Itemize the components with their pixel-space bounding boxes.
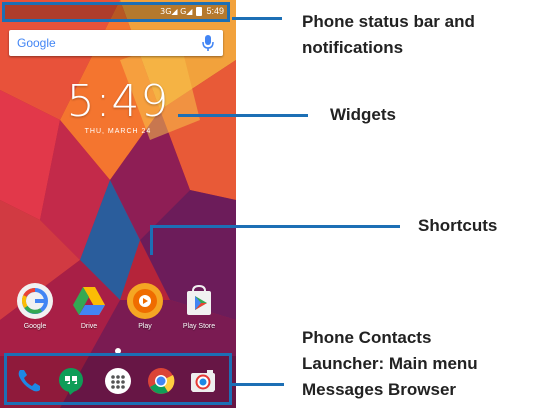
shortcuts-callout-line [150,225,400,228]
play-store-icon [181,283,217,319]
dock-callout-line-1: Phone Contacts [302,328,432,347]
dock-callout-line-3: Messages Browser [302,380,457,399]
clock-widget-date: THU, MARCH 24 [84,128,152,135]
app-label: Drive [80,323,98,330]
app-label: Play Store [182,323,216,330]
google-icon [17,283,53,319]
status-bar-highlight [2,2,230,22]
clock-widget-time[interactable]: 5:49 [0,76,236,127]
app-label: Play [138,323,152,330]
status-callout-line [232,17,282,20]
play-music-app-shortcut[interactable]: Play [122,283,168,330]
app-label: Google [23,323,47,330]
widgets-callout-line [178,114,308,117]
google-app-shortcut[interactable]: Google [12,283,58,330]
dock-callout-line-2: Launcher: Main menu [302,354,478,373]
dock-callout-line [232,383,284,386]
microphone-icon[interactable] [201,34,215,52]
phone-screen: 3G◢ G◢ 5:49 Google 5:49 THU, MARCH 24 Go… [0,0,236,408]
shortcuts-callout-label: Shortcuts [418,216,498,235]
status-callout-label: Phone status bar and notifications [302,12,475,57]
google-search-logo: Google [17,36,56,50]
drive-icon [71,283,107,319]
google-search-widget[interactable]: Google [9,30,223,56]
play-music-icon [127,283,163,319]
widgets-callout-label: Widgets [330,105,396,124]
play-store-app-shortcut[interactable]: Play Store [176,283,222,330]
shortcuts-callout-drop [150,225,153,255]
material-wallpaper [0,0,236,408]
dock-callout-label: Phone Contacts Launcher: Main menu Messa… [302,325,546,403]
drive-app-shortcut[interactable]: Drive [66,283,112,330]
dock-highlight [4,353,232,405]
